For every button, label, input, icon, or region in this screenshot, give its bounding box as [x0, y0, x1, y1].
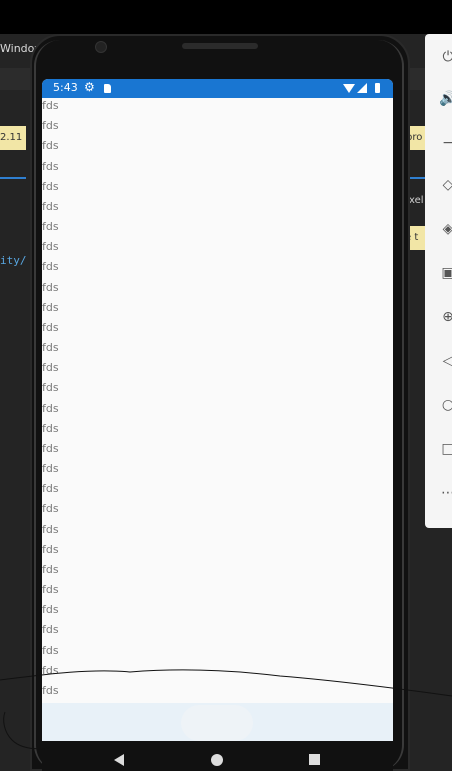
ide-active-tab-indicator [0, 177, 26, 179]
gear-icon: ⚙ [84, 80, 95, 94]
zoom-icon[interactable]: ⊕ [439, 308, 452, 326]
rotate-left-icon[interactable]: ◇ [439, 176, 452, 194]
list-item[interactable]: fds [42, 159, 393, 179]
list-item[interactable]: fds [42, 179, 393, 199]
volume-down-icon[interactable]: − [439, 134, 452, 152]
signal-icon [357, 83, 367, 93]
ide-notice-left: 2.11 c [0, 126, 26, 150]
emulator-toolbar: ⏻ 🔊 − ◇ ◈ ▣ ⊕ ◁ ○ □ ⋯ [425, 34, 452, 528]
overview-icon[interactable]: □ [439, 440, 452, 458]
back-icon[interactable]: ◁ [439, 352, 452, 370]
list-item[interactable]: fds [42, 380, 393, 400]
volume-up-icon[interactable]: 🔊 [439, 90, 452, 108]
list-item[interactable]: fds [42, 461, 393, 481]
list-item[interactable]: fds [42, 421, 393, 441]
list-item[interactable]: fds [42, 542, 393, 562]
list-item[interactable]: fds [42, 481, 393, 501]
list-item[interactable]: fds [42, 360, 393, 380]
power-icon[interactable]: ⏻ [439, 48, 452, 66]
list-item[interactable]: fds [42, 522, 393, 542]
list-item[interactable]: fds [42, 259, 393, 279]
fds-list[interactable]: fds fds fds fds fds fds fds fds fds fds fds fds fds f… [42, 98, 393, 703]
list-item[interactable]: fds [42, 582, 393, 602]
list-item[interactable]: fds [42, 562, 393, 582]
earpiece-speaker [182, 43, 258, 49]
list-item[interactable]: fds [42, 98, 393, 118]
list-item[interactable]: fds [42, 340, 393, 360]
more-icon[interactable]: ⋯ [439, 484, 452, 502]
battery-icon [375, 83, 380, 93]
status-time: 5:43 [53, 81, 78, 94]
list-item[interactable]: fds [42, 199, 393, 219]
list-item[interactable]: fds [42, 602, 393, 622]
list-item[interactable]: fds [42, 441, 393, 461]
status-bar: 5:43 ⚙ [42, 79, 393, 98]
list-item[interactable]: fds [42, 280, 393, 300]
front-camera [95, 41, 107, 53]
sd-card-icon [104, 84, 111, 93]
list-item[interactable]: fds [42, 118, 393, 138]
list-item[interactable]: fds [42, 320, 393, 340]
camera-icon[interactable]: ▣ [439, 264, 452, 282]
annotation-scribble [0, 669, 452, 750]
list-item[interactable]: fds [42, 501, 393, 521]
rotate-right-icon[interactable]: ◈ [439, 220, 452, 238]
ide-right-label: xel [409, 195, 424, 206]
list-item[interactable]: fds [42, 401, 393, 421]
top-black-bar [0, 0, 452, 34]
list-item[interactable]: fds [42, 300, 393, 320]
list-item[interactable]: fds [42, 138, 393, 158]
list-item[interactable]: fds [42, 219, 393, 239]
ide-code-line: ity/ [0, 254, 27, 267]
home-icon[interactable]: ○ [439, 396, 452, 414]
list-item[interactable]: fds [42, 239, 393, 259]
wifi-icon [343, 84, 355, 93]
